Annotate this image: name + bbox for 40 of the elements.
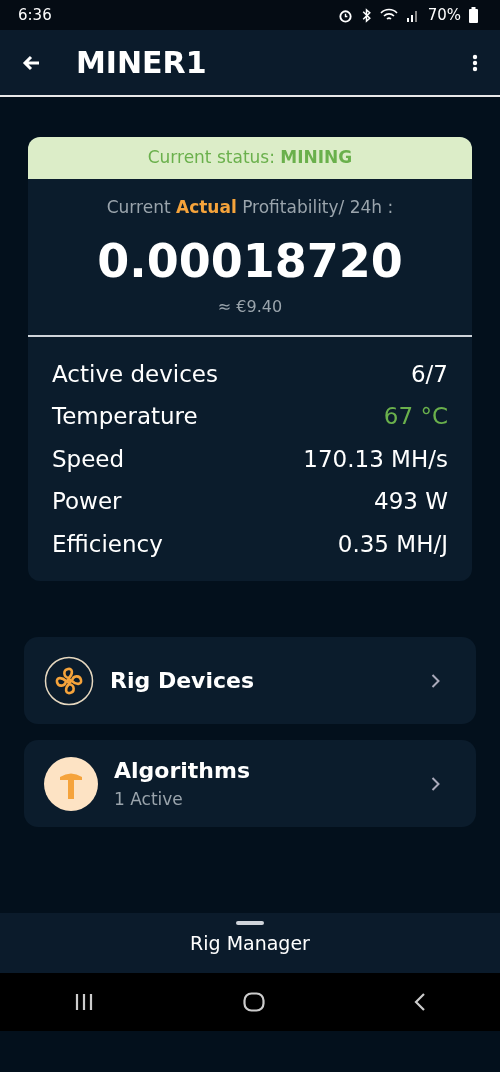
stat-value: 170.13 MH/s	[303, 444, 448, 474]
bottom-sheet[interactable]: Rig Manager	[0, 913, 500, 973]
fiat-value: ≈ €9.40	[217, 296, 283, 316]
chevron-icon	[431, 672, 440, 689]
status-value: MINING	[280, 147, 353, 167]
home-icon[interactable]	[243, 992, 265, 1012]
battery-level: 70%	[427, 4, 461, 26]
signal-icon	[405, 8, 420, 22]
stat-label: Power	[52, 487, 122, 517]
chevron-icon	[431, 775, 440, 792]
menu-title: Rig Devices	[110, 667, 254, 696]
stat-value: 67 °C	[383, 402, 448, 432]
battery-icon	[469, 7, 478, 23]
recent-apps-icon[interactable]	[74, 993, 95, 1011]
back-icon[interactable]	[22, 54, 40, 71]
fan-icon	[44, 655, 94, 706]
stat-label: Active devices	[52, 359, 218, 389]
menu-subtitle: 1 Active	[114, 788, 184, 812]
more-options-icon[interactable]	[472, 53, 478, 72]
pickaxe-icon	[44, 756, 98, 811]
drag-handle[interactable]	[236, 921, 264, 925]
profitability-label: Current Actual Profitability/ 24h :	[105, 195, 395, 219]
status-label: Current status:	[147, 147, 275, 167]
screen-title: MINER1	[76, 44, 207, 82]
back-nav-icon[interactable]	[413, 992, 426, 1012]
stat-value: 0.35 MH/J	[337, 529, 448, 559]
stat-value: 6/7	[411, 359, 448, 389]
menu-card[interactable]: Rig Devices	[24, 637, 476, 725]
clock-time: 6:36	[18, 4, 52, 26]
wifi-icon	[379, 8, 398, 22]
stat-label: Speed	[52, 444, 125, 474]
bluetooth-icon	[360, 7, 372, 23]
sheet-title: Rig Manager	[190, 931, 310, 956]
stat-label: Efficiency	[52, 529, 163, 559]
alarm-icon	[337, 7, 353, 23]
menu-title: Algorithms	[114, 757, 251, 786]
stat-label: Temperature	[52, 402, 198, 432]
stat-value: 493 W	[374, 487, 448, 517]
profitability-value: 0.00018720	[97, 234, 403, 288]
menu-card[interactable]: Algorithms 1 Active	[24, 740, 476, 828]
